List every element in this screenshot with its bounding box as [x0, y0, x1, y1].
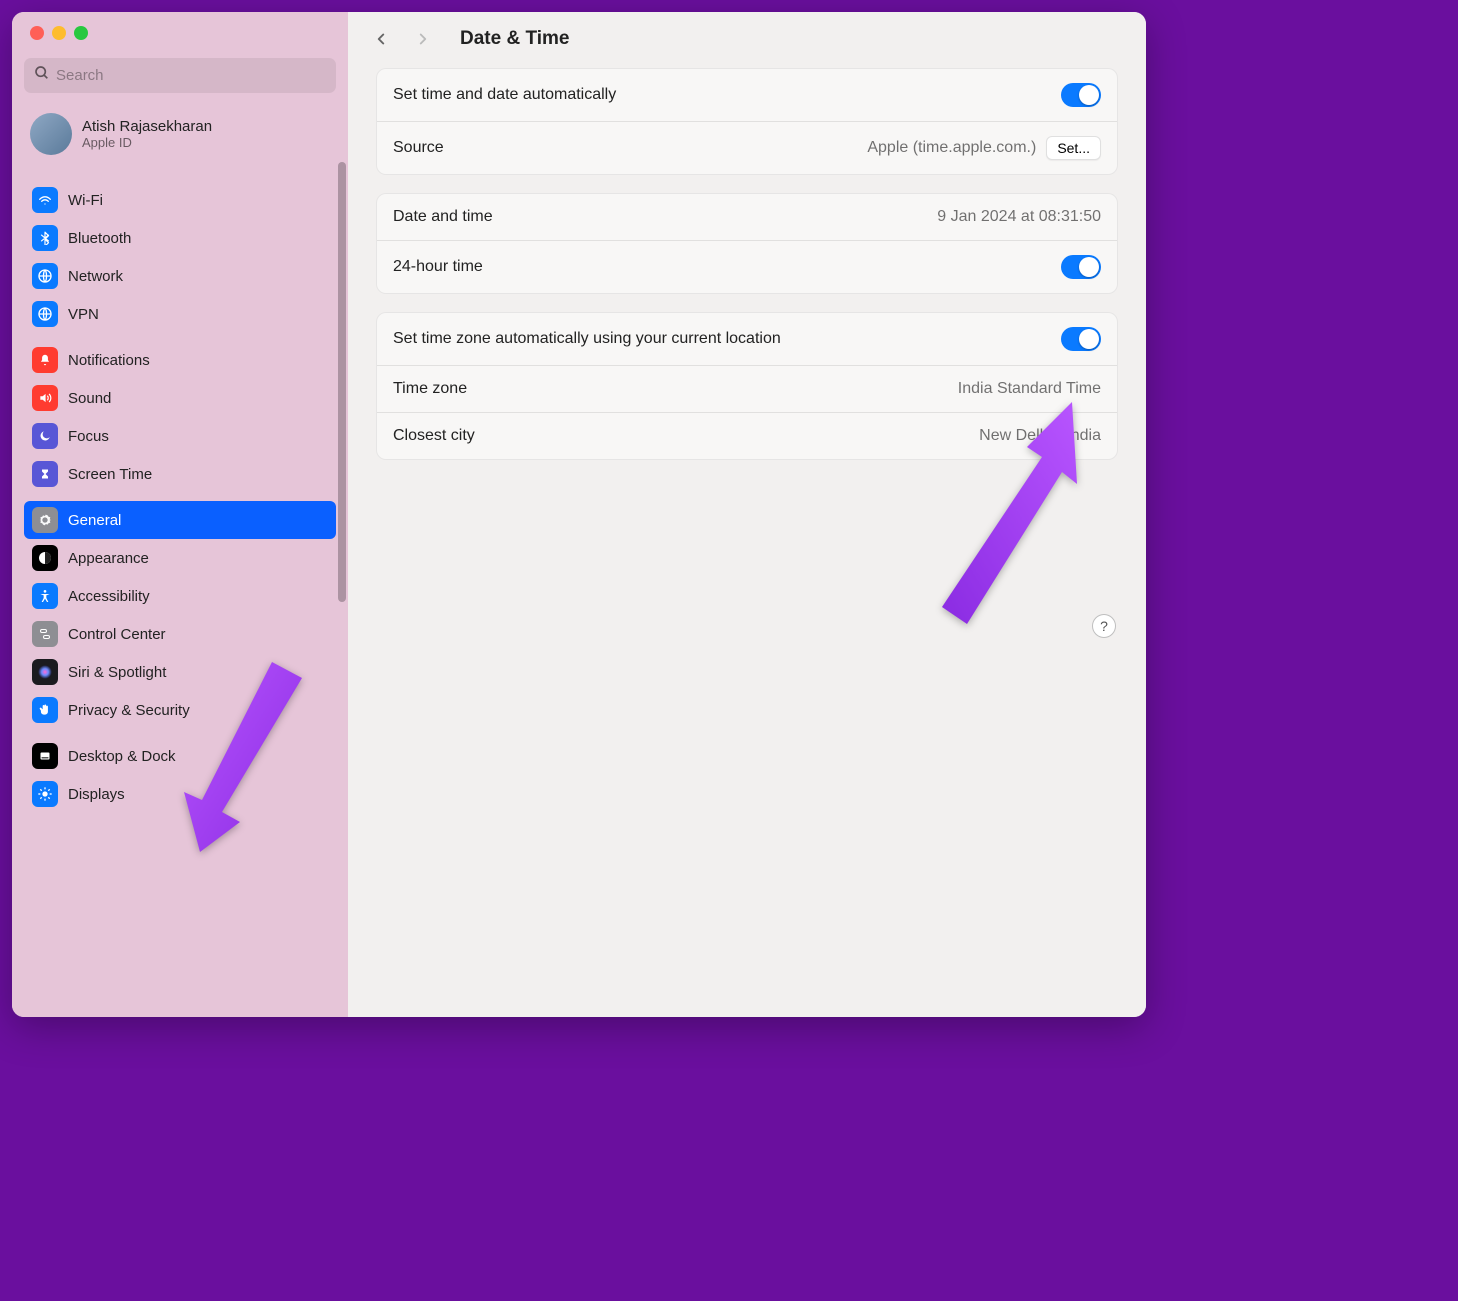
sidebar-item-label: Screen Time — [68, 466, 152, 483]
siri-icon — [32, 659, 58, 685]
sidebar-item-label: Bluetooth — [68, 230, 131, 247]
settings-row: Time zone India Standard Time — [377, 366, 1117, 413]
sidebar-item-label: Privacy & Security — [68, 702, 190, 719]
globe-icon — [32, 301, 58, 327]
row-value: India Standard Time — [958, 380, 1101, 398]
sidebar-item-wi-fi[interactable]: Wi-Fi — [24, 181, 336, 219]
sidebar-item-displays[interactable]: Displays — [24, 775, 336, 813]
set-button[interactable]: Set... — [1046, 136, 1101, 160]
search-icon — [34, 65, 50, 86]
toggle-switch[interactable] — [1061, 83, 1101, 107]
sidebar-item-label: Focus — [68, 428, 109, 445]
settings-window: Atish Rajasekharan Apple ID Wi-Fi Bluetoo… — [12, 12, 1146, 1017]
sidebar-item-label: Network — [68, 268, 123, 285]
avatar — [30, 113, 72, 155]
sidebar-item-label: Control Center — [68, 626, 166, 643]
settings-panel: Set time zone automatically using your c… — [376, 312, 1118, 460]
sidebar-item-sound[interactable]: Sound — [24, 379, 336, 417]
sidebar-item-notifications[interactable]: Notifications — [24, 341, 336, 379]
row-label: Date and time — [393, 208, 493, 226]
content-header: Date & Time — [348, 12, 1146, 62]
settings-panel: Date and time 9 Jan 2024 at 08:31:50 24-ho… — [376, 193, 1118, 294]
settings-row: Set time zone automatically using your c… — [377, 313, 1117, 366]
sidebar-item-desktop-dock[interactable]: Desktop & Dock — [24, 737, 336, 775]
row-value: Apple (time.apple.com.) — [867, 139, 1036, 157]
sidebar-item-label: Wi-Fi — [68, 192, 103, 209]
settings-row: 24-hour time — [377, 241, 1117, 293]
close-window-button[interactable] — [30, 26, 44, 40]
sidebar-item-label: Sound — [68, 390, 111, 407]
search-box[interactable] — [24, 58, 336, 93]
profile-sub: Apple ID — [82, 135, 212, 150]
sidebar-scrollbar[interactable] — [338, 162, 346, 602]
profile-name: Atish Rajasekharan — [82, 118, 212, 135]
sidebar-item-bluetooth[interactable]: Bluetooth — [24, 219, 336, 257]
row-label: Closest city — [393, 427, 475, 445]
row-label: 24-hour time — [393, 258, 483, 276]
toggle-switch[interactable] — [1061, 255, 1101, 279]
sidebar-item-privacy-security[interactable]: Privacy & Security — [24, 691, 336, 729]
settings-row: Set time and date automatically — [377, 69, 1117, 122]
sidebar-item-screen-time[interactable]: Screen Time — [24, 455, 336, 493]
sidebar-item-label: Accessibility — [68, 588, 150, 605]
sidebar-item-control-center[interactable]: Control Center — [24, 615, 336, 653]
appearance-icon — [32, 545, 58, 571]
back-button[interactable] — [372, 30, 390, 48]
sidebar-item-network[interactable]: Network — [24, 257, 336, 295]
sidebar-item-siri-spotlight[interactable]: Siri & Spotlight — [24, 653, 336, 691]
minimize-window-button[interactable] — [52, 26, 66, 40]
switches-icon — [32, 621, 58, 647]
wifi-icon — [32, 187, 58, 213]
sidebar-item-general[interactable]: General — [24, 501, 336, 539]
moon-icon — [32, 423, 58, 449]
settings-panel: Set time and date automatically Source App… — [376, 68, 1118, 175]
profile-section[interactable]: Atish Rajasekharan Apple ID — [24, 107, 336, 173]
sidebar-item-label: Notifications — [68, 352, 150, 369]
hourglass-icon — [32, 461, 58, 487]
sidebar: Atish Rajasekharan Apple ID Wi-Fi Bluetoo… — [12, 12, 348, 1017]
speaker-icon — [32, 385, 58, 411]
row-label: Source — [393, 139, 444, 157]
sidebar-item-vpn[interactable]: VPN — [24, 295, 336, 333]
bluetooth-icon — [32, 225, 58, 251]
sidebar-item-accessibility[interactable]: Accessibility — [24, 577, 336, 615]
forward-button[interactable] — [414, 30, 432, 48]
globe-icon — [32, 263, 58, 289]
sidebar-item-label: Appearance — [68, 550, 149, 567]
row-value: 9 Jan 2024 at 08:31:50 — [937, 208, 1101, 226]
hand-icon — [32, 697, 58, 723]
accessibility-icon — [32, 583, 58, 609]
sidebar-item-label: Displays — [68, 786, 125, 803]
settings-row: Closest city New Delhi - India — [377, 413, 1117, 459]
toggle-switch[interactable] — [1061, 327, 1101, 351]
content-area: Date & Time Set time and date automatica… — [348, 12, 1146, 1017]
sidebar-item-appearance[interactable]: Appearance — [24, 539, 336, 577]
sidebar-item-label: VPN — [68, 306, 99, 323]
bell-icon — [32, 347, 58, 373]
sidebar-item-label: General — [68, 512, 121, 529]
row-label: Time zone — [393, 380, 467, 398]
page-title: Date & Time — [460, 28, 569, 50]
gear-icon — [32, 507, 58, 533]
sidebar-item-label: Desktop & Dock — [68, 748, 176, 765]
help-button[interactable]: ? — [1092, 614, 1116, 638]
search-input[interactable] — [56, 67, 326, 84]
row-value: New Delhi - India — [979, 427, 1101, 445]
settings-row: Date and time 9 Jan 2024 at 08:31:50 — [377, 194, 1117, 241]
dock-icon — [32, 743, 58, 769]
settings-row: Source Apple (time.apple.com.) Set... — [377, 122, 1117, 174]
maximize-window-button[interactable] — [74, 26, 88, 40]
row-label: Set time zone automatically using your c… — [393, 330, 781, 348]
sidebar-item-label: Siri & Spotlight — [68, 664, 166, 681]
traffic-lights — [24, 26, 336, 40]
row-label: Set time and date automatically — [393, 86, 616, 104]
sidebar-item-focus[interactable]: Focus — [24, 417, 336, 455]
brightness-icon — [32, 781, 58, 807]
